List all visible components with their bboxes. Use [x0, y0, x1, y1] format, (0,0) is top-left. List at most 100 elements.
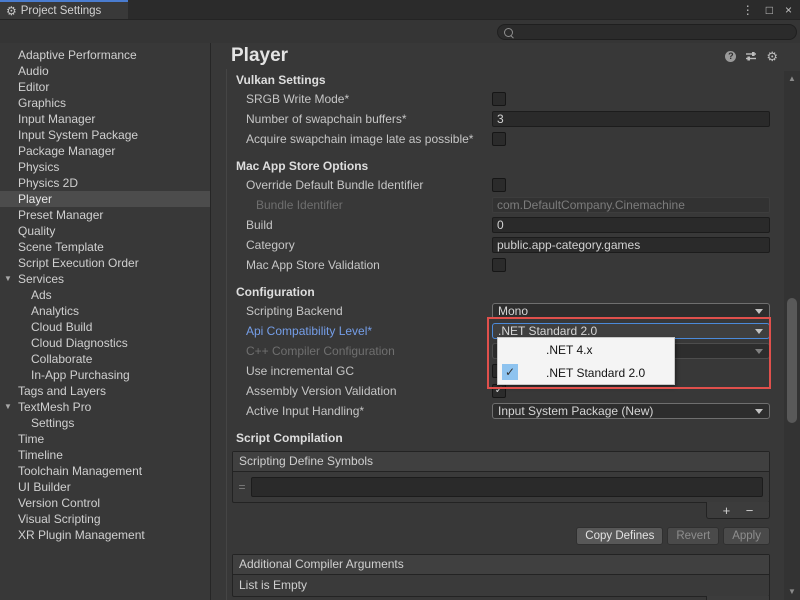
revert-button: Revert — [667, 527, 719, 545]
category-field[interactable] — [492, 237, 770, 253]
sidebar-item-physics-2d[interactable]: Physics 2D — [0, 175, 210, 191]
scroll-down-icon[interactable]: ▼ — [784, 587, 800, 596]
define-symbols-list-controls: + − — [706, 502, 770, 519]
search-box[interactable] — [497, 24, 797, 40]
sidebar-item-label: Ads — [31, 288, 52, 302]
setting-value — [492, 258, 784, 272]
help-icon[interactable]: ? — [725, 51, 736, 62]
assembly-version-validation-checkbox[interactable]: ✓ — [492, 384, 506, 398]
section-header-configuration: Configuration — [227, 283, 784, 301]
presets-icon[interactable] — [745, 50, 757, 62]
setting-value — [492, 92, 784, 106]
sidebar-item-editor[interactable]: Editor — [0, 79, 210, 95]
active-input-handling-dropdown[interactable]: Input System Package (New) — [492, 403, 770, 419]
setting-value: Mono — [492, 303, 784, 319]
sidebar-item-graphics[interactable]: Graphics — [0, 95, 210, 111]
sidebar-item-player[interactable]: Player — [0, 191, 210, 207]
mac-app-store-validation-checkbox[interactable] — [492, 258, 506, 272]
sidebar-item-input-manager[interactable]: Input Manager — [0, 111, 210, 127]
api-compatibility-dropdown-menu: .NET 4.x✓.NET Standard 2.0 — [497, 337, 675, 385]
sidebar-item-ui-builder[interactable]: UI Builder — [0, 479, 210, 495]
override-default-bundle-identifier-checkbox[interactable] — [492, 178, 506, 192]
sidebar-item-label: UI Builder — [18, 480, 71, 494]
setting-value — [492, 178, 784, 192]
scripting-backend-dropdown[interactable]: Mono — [492, 303, 770, 319]
sidebar-item-label: Graphics — [18, 96, 66, 110]
sidebar: Adaptive PerformanceAudioEditor Graphics I… — [0, 43, 211, 600]
define-symbol-input[interactable] — [251, 477, 763, 497]
sidebar-item-label: Version Control — [18, 496, 100, 510]
settings-rows: Vulkan SettingsSRGB Write Mode*Number of… — [227, 71, 784, 447]
close-icon[interactable]: × — [785, 4, 792, 16]
sidebar-item-audio[interactable]: Audio — [0, 63, 210, 79]
section-header-vulkan-settings: Vulkan Settings — [227, 71, 784, 89]
sidebar-item-analytics[interactable]: Analytics — [0, 303, 210, 319]
tab-project-settings[interactable]: ⚙ Project Settings — [0, 0, 128, 19]
sidebar-item-quality[interactable]: Quality — [0, 223, 210, 239]
sidebar-item-script-execution-order[interactable]: Script Execution Order — [0, 255, 210, 271]
scroll-up-icon[interactable]: ▲ — [784, 74, 800, 83]
foldout-arrow-icon[interactable]: ▼ — [4, 271, 12, 287]
vertical-scrollbar[interactable]: ▲ ▼ — [784, 71, 800, 600]
sidebar-item-toolchain-management[interactable]: Toolchain Management — [0, 463, 210, 479]
player-settings-panel: Player ? ⚙ Vulkan SettingsSRGB — [211, 43, 800, 600]
setting-label: Category — [227, 238, 492, 252]
chevron-down-icon — [755, 409, 763, 414]
titlebar: ⚙ Project Settings ⋮ □ × — [0, 0, 800, 20]
define-symbol-row: = — [233, 472, 769, 502]
sidebar-item-ads[interactable]: Ads — [0, 287, 210, 303]
setting-row-acquire-swapchain-image-late-as-possible: Acquire swapchain image late as possible… — [227, 129, 784, 149]
scrollbar-thumb[interactable] — [787, 298, 797, 423]
sidebar-item-adaptive-performance[interactable]: Adaptive Performance — [0, 47, 210, 63]
number-of-swapchain-buffers-field[interactable] — [492, 111, 770, 127]
setting-row-mac-app-store-validation: Mac App Store Validation — [227, 255, 784, 275]
search-input[interactable] — [513, 25, 796, 39]
setting-value — [492, 197, 784, 213]
sidebar-item-timeline[interactable]: Timeline — [0, 447, 210, 463]
sidebar-item-in-app-purchasing[interactable]: In-App Purchasing — [0, 367, 210, 383]
sidebar-item-collaborate[interactable]: Collaborate — [0, 351, 210, 367]
sidebar-item-scene-template[interactable]: Scene Template — [0, 239, 210, 255]
sidebar-item-textmesh-pro[interactable]: ▼ TextMesh Pro — [0, 399, 210, 415]
sidebar-item-physics[interactable]: Physics — [0, 159, 210, 175]
sidebar-item-input-system-package[interactable]: Input System Package — [0, 127, 210, 143]
build-field[interactable] — [492, 217, 770, 233]
sidebar-item-visual-scripting[interactable]: Visual Scripting — [0, 511, 210, 527]
sidebar-item-label: Input Manager — [18, 112, 95, 126]
sidebar-item-xr-plugin-management[interactable]: XR Plugin Management — [0, 527, 210, 543]
window-menu-icon[interactable]: ⋮ — [742, 4, 754, 16]
dropdown-value: Mono — [498, 304, 528, 318]
copy-defines-button[interactable]: Copy Defines — [576, 527, 663, 545]
sidebar-item-package-manager[interactable]: Package Manager — [0, 143, 210, 159]
sidebar-item-version-control[interactable]: Version Control — [0, 495, 210, 511]
sidebar-item-services[interactable]: ▼Services — [0, 271, 210, 287]
panel-gear-icon[interactable]: ⚙ — [766, 50, 778, 63]
sidebar-item-preset-manager[interactable]: Preset Manager — [0, 207, 210, 223]
setting-label: Override Default Bundle Identifier — [227, 178, 492, 192]
setting-value — [492, 132, 784, 146]
menu-item-net-4-x[interactable]: .NET 4.x — [498, 338, 674, 361]
sidebar-item-label: Editor — [18, 80, 49, 94]
sidebar-item-label: In-App Purchasing — [31, 368, 130, 382]
setting-label: SRGB Write Mode* — [227, 92, 492, 106]
chevron-down-icon — [755, 309, 763, 314]
sidebar-item-label: Tags and Layers — [18, 384, 106, 398]
sidebar-item-time[interactable]: Time — [0, 431, 210, 447]
sidebar-item-tags-and-layers[interactable]: Tags and Layers — [0, 383, 210, 399]
sidebar-item-cloud-build[interactable]: Cloud Build — [0, 319, 210, 335]
maximize-icon[interactable]: □ — [766, 4, 773, 16]
sidebar-item-label: TextMesh Pro — [18, 400, 91, 414]
sidebar-item-label: XR Plugin Management — [18, 528, 145, 542]
sidebar-item-label: Script Execution Order — [18, 256, 139, 270]
acquire-swapchain-image-late-as-possible-checkbox[interactable] — [492, 132, 506, 146]
add-item-button[interactable]: + — [723, 504, 731, 517]
menu-item-net-standard-2-0[interactable]: ✓.NET Standard 2.0 — [498, 361, 674, 384]
sidebar-item-cloud-diagnostics[interactable]: Cloud Diagnostics — [0, 335, 210, 351]
foldout-arrow-icon[interactable]: ▼ — [4, 399, 12, 415]
sidebar-item-label: Collaborate — [31, 352, 92, 366]
sidebar-item-label: Preset Manager — [18, 208, 103, 222]
remove-item-button[interactable]: − — [746, 504, 754, 517]
srgb-write-mode-checkbox[interactable] — [492, 92, 506, 106]
sidebar-item-settings[interactable]: Settings — [0, 415, 210, 431]
reorder-handle-icon[interactable]: = — [233, 480, 251, 494]
